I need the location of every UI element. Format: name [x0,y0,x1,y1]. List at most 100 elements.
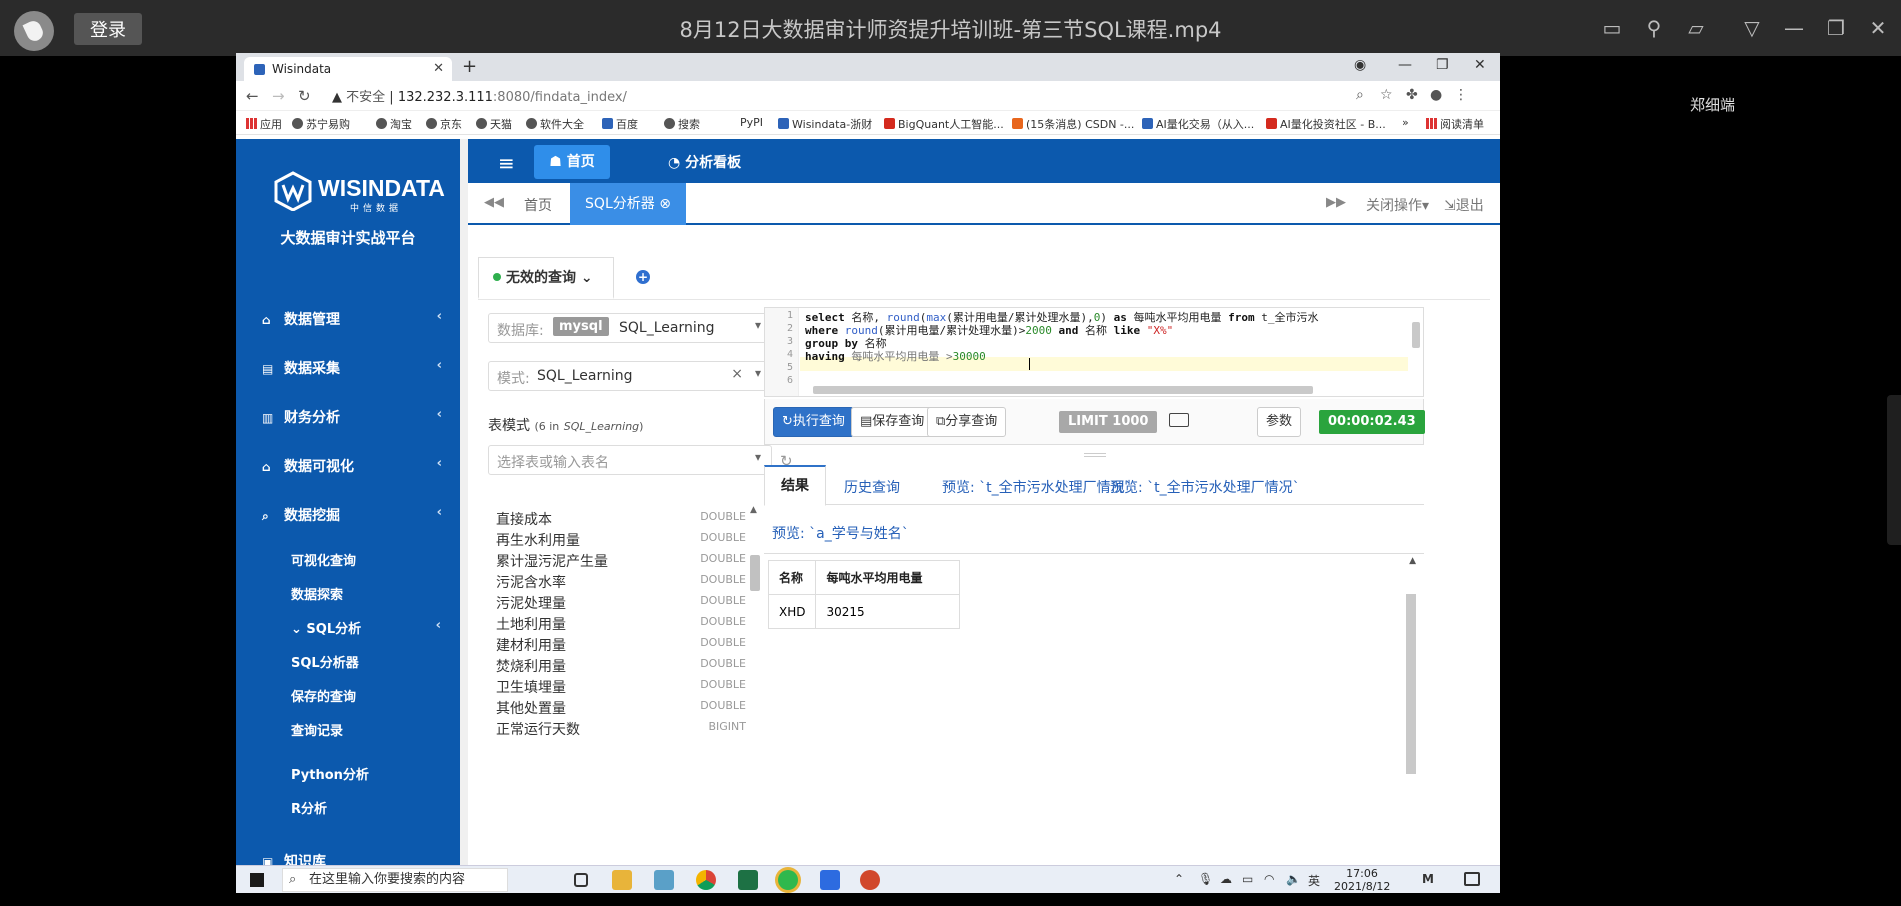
run-query-button[interactable]: ↻执行查询 [773,407,854,437]
field-list-scrollbar[interactable]: ▲ [750,505,760,705]
powerpoint-icon[interactable] [860,870,880,890]
add-query-icon[interactable]: + [636,270,650,284]
app-icon[interactable] [654,870,674,890]
field-row[interactable]: 累计湿污泥产生量 DOUBLE [496,551,746,571]
restore-icon[interactable]: ❐ [1824,16,1848,40]
excel-icon[interactable] [738,870,758,890]
column-header[interactable]: 每吨水平均用电量 [815,560,961,595]
address-bar[interactable]: ▲ 不安全 | 132.232.3.111:8080/findata_index… [332,86,627,105]
bookmark-item[interactable]: AI量化投资社区 - B... [1266,116,1386,132]
field-row[interactable]: 再生水利用量 DOUBLE [496,530,746,550]
close-operations-dropdown[interactable]: 关闭操作▾ [1366,195,1429,215]
volume-icon[interactable]: 🔈 [1286,872,1301,886]
submenu-python-analysis[interactable]: Python分析 [291,764,369,783]
tabs-prev-icon[interactable]: ◀◀ [484,195,504,210]
bookmark-item[interactable]: 软件大全 [526,116,584,132]
reading-list[interactable]: 阅读清单 [1426,116,1484,132]
bookmark-item[interactable]: Wisindata-浙财 [778,116,872,132]
tab-preview-3[interactable]: 预览: `a_学号与姓名` [772,523,909,543]
battery-icon[interactable]: ▭ [1242,872,1253,886]
network-icon[interactable]: ◠ [1264,872,1274,886]
bookmark-apps[interactable]: 应用 [246,116,282,132]
menu-finance-analysis[interactable]: ▥ 财务分析 ‹ [262,407,442,427]
bookmark-item[interactable]: 天猫 [476,116,512,132]
bookmark-item[interactable]: 淘宝 [376,116,412,132]
bookmark-item[interactable]: 百度 [602,116,638,132]
window-close-icon[interactable]: ✕ [1474,57,1486,73]
submenu-query-history[interactable]: 查询记录 [291,720,343,739]
bookmark-item[interactable]: 搜索 [664,116,700,132]
bookmark-item[interactable]: AI量化交易（从入... [1142,116,1254,132]
submenu-sql-analyzer[interactable]: SQL分析器 [291,652,359,671]
bookmark-item[interactable]: BigQuant人工智能... [884,116,1004,132]
editor-hscroll[interactable] [813,386,1313,394]
tab-home[interactable]: 首页 [524,195,552,215]
field-row[interactable]: 污泥处理量 DOUBLE [496,593,746,613]
submenu-r-analysis[interactable]: R分析 [291,798,327,817]
nav-dashboard-button[interactable]: ◔ 分析看板 [668,152,741,172]
ime-indicator[interactable]: 英 [1308,872,1320,889]
submenu-saved-queries[interactable]: 保存的查询 [291,686,356,705]
tab-results[interactable]: 结果 [764,465,826,506]
bookmark-item[interactable]: PyPI [740,116,763,129]
app-tray-icon[interactable]: M [1422,872,1434,886]
bookmarks-overflow[interactable]: » [1402,116,1409,129]
submenu-data-explore[interactable]: 数据探索 [291,584,343,603]
folder-icon[interactable]: ▱ [1684,16,1708,40]
pin-icon[interactable]: ⚲ [1642,16,1666,40]
microphone-icon[interactable]: 🎙 [1198,872,1213,886]
result-scrollbar[interactable] [1406,594,1416,774]
bookmark-item[interactable]: (15条消息) CSDN -... [1012,116,1134,132]
share-query-button[interactable]: ⧉分享查询 [927,407,1007,437]
chrome-icon[interactable] [696,870,716,890]
star-icon[interactable]: ☆ [1380,87,1393,103]
editor-vscroll[interactable] [1412,322,1420,348]
forward-icon[interactable]: → [272,87,285,105]
exit-button[interactable]: ⇲退出 [1444,195,1484,215]
scroll-up-icon[interactable]: ▲ [1409,556,1416,566]
field-row[interactable]: 卫生填埋量 DOUBLE [496,677,746,697]
menu-data-visualization[interactable]: ⌂ 数据可视化 ‹ [262,456,442,476]
limit-toggle[interactable]: LIMIT 1000 [1059,411,1158,433]
save-query-button[interactable]: ▤保存查询 [851,407,934,437]
collapse-icon[interactable]: ▽ [1740,16,1764,40]
minimize-icon[interactable]: — [1782,16,1806,40]
bookmark-item[interactable]: 京东 [426,116,462,132]
tray-expand-icon[interactable]: ⌃ [1174,872,1184,886]
hamburger-icon[interactable]: ≡ [498,151,515,175]
field-row[interactable]: 焚烧利用量 DOUBLE [496,656,746,676]
query-tab-invalid[interactable]: 无效的查询 ⌄ [478,257,614,299]
more-icon[interactable]: ⋮ [1454,87,1468,103]
nav-home-button[interactable]: ☗ 首页 [534,145,610,179]
close-icon[interactable]: ✕ [1866,16,1890,40]
new-tab-icon[interactable]: + [462,56,477,77]
sql-editor[interactable]: 1 2 3 4 5 6 select 名称, round(max(累计用电量/累… [764,307,1424,397]
taskbar-search-input[interactable]: ⌕ 在这里输入你要搜索的内容 [282,868,508,892]
extensions-icon[interactable]: ✤ [1406,87,1418,103]
screenshot-icon[interactable]: ▭ [1600,16,1624,40]
tab-close-icon[interactable]: ✕ [433,57,444,81]
table-select[interactable]: 选择表或输入表名 ▾ [488,445,772,475]
windows-start-icon[interactable] [250,873,264,887]
database-select[interactable]: 数据库: mysql SQL_Learning ▾ [488,313,772,343]
taskbar-clock[interactable]: 17:06 2021/8/12 [1334,867,1390,893]
scroll-up-icon[interactable]: ▲ [750,505,757,515]
bookmark-item[interactable]: 苏宁易购 [292,116,350,132]
menu-data-collection[interactable]: ▤ 数据采集 ‹ [262,358,442,378]
resize-grip[interactable] [1084,453,1106,457]
tab-sql-analyzer[interactable]: SQL分析器 ⊗ [570,183,686,225]
cloud-icon[interactable]: ☁ [1220,872,1232,886]
keyboard-icon[interactable] [1169,413,1189,427]
tab-close-icon[interactable]: ⊗ [655,196,671,212]
back-icon[interactable]: ← [246,87,259,105]
browser-tab[interactable]: Wisindata ✕ [244,57,452,81]
tabs-next-icon[interactable]: ▶▶ [1326,195,1346,210]
field-row[interactable]: 污泥含水率 DOUBLE [496,572,746,592]
zoom-icon[interactable]: ⌕ [1356,87,1364,103]
field-row[interactable]: 正常运行天数 BIGINT [496,719,746,739]
tab-history[interactable]: 历史查询 [844,477,900,497]
field-row[interactable]: 土地利用量 DOUBLE [496,614,746,634]
params-button[interactable]: 参数 [1257,407,1302,437]
side-panel-handle[interactable] [1887,395,1901,545]
file-explorer-icon[interactable] [612,870,632,890]
